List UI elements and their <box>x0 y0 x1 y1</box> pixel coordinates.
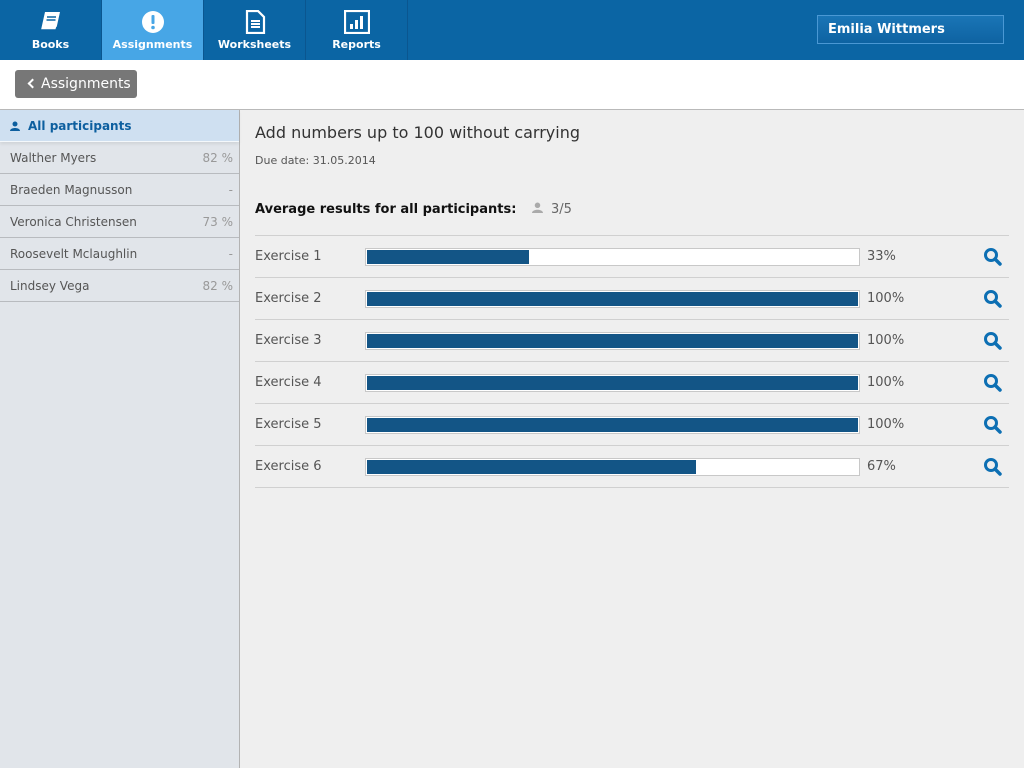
back-label: Assignments <box>41 76 131 92</box>
participant-score: 82 % <box>202 151 234 165</box>
participant-name: Braeden Magnusson <box>10 183 133 197</box>
participant-score: 73 % <box>202 215 234 229</box>
participant-item[interactable]: Lindsey Vega 82 % <box>0 270 239 302</box>
exercise-results-list: Exercise 1 33% Exercise 2 100% Exercise 3 100… <box>255 235 1009 488</box>
sub-header: Assignments <box>0 60 1024 110</box>
tab-reports[interactable]: Reports <box>306 0 408 60</box>
participant-name: Lindsey Vega <box>10 279 90 293</box>
user-menu[interactable]: Emilia Wittmers <box>817 15 1004 44</box>
magnifier-icon[interactable] <box>983 331 1003 351</box>
participant-score: 82 % <box>202 279 234 293</box>
back-to-assignments-button[interactable]: Assignments <box>15 70 137 98</box>
progress-fill <box>367 250 530 264</box>
due-date: Due date: 31.05.2014 <box>255 154 376 167</box>
progress-fill <box>367 292 858 306</box>
document-icon <box>245 10 265 34</box>
assignment-title: Add numbers up to 100 without carrying <box>255 123 581 142</box>
magnifier-icon[interactable] <box>983 415 1003 435</box>
exercise-label: Exercise 3 <box>255 333 322 348</box>
average-results-label: Average results for all participants: <box>255 202 517 217</box>
person-icon <box>10 121 20 131</box>
all-participants-label: All participants <box>28 119 132 133</box>
progress-bar <box>365 416 860 434</box>
exercise-percent: 100% <box>867 417 905 432</box>
exclamation-icon <box>141 11 164 33</box>
exercise-percent: 67% <box>867 459 896 474</box>
book-icon <box>40 12 60 31</box>
exercise-percent: 100% <box>867 375 905 390</box>
participant-name: Veronica Christensen <box>10 215 137 229</box>
exercise-label: Exercise 1 <box>255 249 322 264</box>
tab-label: Assignments <box>112 38 193 51</box>
tab-label: Books <box>31 38 70 51</box>
progress-bar <box>365 458 860 476</box>
progress-bar <box>365 248 860 266</box>
tab-books[interactable]: Books <box>0 0 102 60</box>
exercise-label: Exercise 6 <box>255 459 322 474</box>
participant-item[interactable]: Veronica Christensen 73 % <box>0 206 239 238</box>
person-icon <box>532 202 543 213</box>
participant-item[interactable]: Roosevelt Mclaughlin - <box>0 238 239 270</box>
participant-name: Roosevelt Mclaughlin <box>10 247 138 261</box>
tab-worksheets[interactable]: Worksheets <box>204 0 306 60</box>
exercise-label: Exercise 2 <box>255 291 322 306</box>
participant-score: - <box>228 183 233 197</box>
exercise-row: Exercise 6 67% <box>255 446 1009 488</box>
magnifier-icon[interactable] <box>983 289 1003 309</box>
progress-bar <box>365 332 860 350</box>
participant-count: 3/5 <box>532 202 572 217</box>
participant-name: Walther Myers <box>10 151 97 165</box>
participant-score: - <box>228 247 233 261</box>
participants-sidebar: All participants Walther Myers 82 % Braed… <box>0 110 240 768</box>
top-navigation: Books Assignments Worksheets Reports Emi… <box>0 0 1024 60</box>
exercise-row: Exercise 5 100% <box>255 404 1009 446</box>
bar-chart-icon <box>343 10 370 34</box>
progress-fill <box>367 376 858 390</box>
magnifier-icon[interactable] <box>983 373 1003 393</box>
exercise-percent: 100% <box>867 291 905 306</box>
progress-fill <box>367 418 858 432</box>
exercise-percent: 33% <box>867 249 896 264</box>
magnifier-icon[interactable] <box>983 247 1003 267</box>
exercise-label: Exercise 5 <box>255 417 322 432</box>
chevron-left-icon <box>27 78 38 89</box>
all-participants-item[interactable]: All participants <box>0 110 239 142</box>
tab-assignments[interactable]: Assignments <box>102 0 204 60</box>
tab-label: Reports <box>332 38 381 51</box>
participant-count-value: 3/5 <box>551 202 572 217</box>
exercise-row: Exercise 2 100% <box>255 278 1009 320</box>
tab-label: Worksheets <box>217 38 292 51</box>
participant-item[interactable]: Braeden Magnusson - <box>0 174 239 206</box>
exercise-row: Exercise 4 100% <box>255 362 1009 404</box>
exercise-label: Exercise 4 <box>255 375 322 390</box>
progress-bar <box>365 374 860 392</box>
exercise-percent: 100% <box>867 333 905 348</box>
progress-fill <box>367 334 858 348</box>
exercise-row: Exercise 3 100% <box>255 320 1009 362</box>
progress-bar <box>365 290 860 308</box>
exercise-row: Exercise 1 33% <box>255 236 1009 278</box>
participant-item[interactable]: Walther Myers 82 % <box>0 142 239 174</box>
magnifier-icon[interactable] <box>983 457 1003 477</box>
progress-fill <box>367 460 696 474</box>
